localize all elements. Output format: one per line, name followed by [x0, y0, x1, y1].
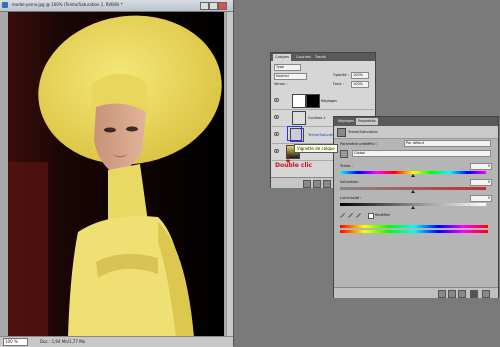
eyedropper-minus-icon[interactable]: [356, 213, 361, 218]
tab-calques[interactable]: Calques: [273, 54, 291, 61]
colorize-checkbox[interactable]: [368, 213, 374, 219]
annotation-text: Double clic: [275, 162, 313, 169]
eye-icon[interactable]: [273, 132, 280, 136]
thumbnail-highlight: [287, 126, 302, 141]
tooltip: Vignette de calque: [294, 144, 338, 153]
hue-label: Teinte :: [340, 164, 353, 168]
properties-panel: Réglages Propriétés Teinte/Saturation Pa…: [333, 116, 499, 298]
lock-label: Verrou :: [274, 82, 288, 86]
photoshop-icon: [2, 2, 8, 8]
preset-select[interactable]: Par défaut: [404, 140, 491, 147]
color-bar-top: [340, 225, 488, 228]
folder-icon: [292, 94, 306, 108]
color-bar-bottom: [340, 230, 488, 233]
eyedropper-icon[interactable]: [340, 213, 345, 218]
layer-name[interactable]: Réglages: [321, 99, 337, 103]
document-titlebar: model-yarno.jpg @ 100% (Teinte/Saturatio…: [0, 0, 233, 12]
curves-adjustment-icon: [292, 111, 306, 125]
fx-icon[interactable]: [313, 180, 321, 188]
layers-tabbar: Calques Couches Tracés: [271, 53, 375, 61]
model-photo: [8, 12, 224, 337]
saturation-slider-thumb[interactable]: [411, 190, 415, 193]
properties-bottom-bar: [334, 287, 498, 298]
preset-label: Paramètre prédéfini :: [340, 142, 378, 146]
mask-icon[interactable]: [323, 180, 331, 188]
properties-header: Teinte/Saturation: [334, 126, 498, 139]
status-bar: 100 % Doc : 1,94 Mo/1,77 Mo: [0, 336, 233, 347]
hand-tool-icon[interactable]: [340, 150, 348, 158]
fill-label: Fond :: [333, 82, 344, 86]
document-info: Doc : 1,94 Mo/1,77 Mo: [40, 339, 86, 344]
properties-title: Teinte/Saturation: [348, 130, 378, 134]
kind-filter-select[interactable]: Type: [274, 64, 301, 71]
eye-icon[interactable]: [273, 149, 280, 153]
document-title: model-yarno.jpg @ 100% (Teinte/Saturatio…: [12, 2, 123, 7]
clip-to-layer-icon[interactable]: [438, 290, 446, 298]
tab-proprietes[interactable]: Propriétés: [356, 118, 378, 125]
zoom-field[interactable]: 100 %: [3, 338, 28, 346]
colorize-label: Redéfinir: [375, 213, 391, 217]
opacity-field[interactable]: 100%: [351, 72, 369, 79]
link-icon[interactable]: [303, 180, 311, 188]
document-window: model-yarno.jpg @ 100% (Teinte/Saturatio…: [0, 0, 234, 347]
visibility-icon[interactable]: [470, 290, 478, 298]
lightness-slider-thumb[interactable]: [411, 206, 415, 209]
image-canvas[interactable]: [8, 12, 224, 337]
tab-traces[interactable]: Tracés: [313, 54, 328, 61]
vertical-scrollbar[interactable]: [226, 12, 233, 336]
lightness-field[interactable]: 0: [470, 195, 492, 202]
mask-thumbnail: [306, 94, 320, 108]
trash-icon[interactable]: [482, 290, 490, 298]
minimize-icon[interactable]: [200, 2, 209, 10]
properties-tabbar: Réglages Propriétés: [334, 117, 498, 126]
eye-icon[interactable]: [273, 115, 280, 119]
channel-select[interactable]: Global: [352, 150, 491, 157]
blend-mode-select[interactable]: Normal: [274, 73, 307, 80]
maximize-icon[interactable]: [209, 2, 218, 10]
saturation-field[interactable]: 0: [470, 179, 492, 186]
opacity-label: Opacité :: [333, 73, 349, 77]
reset-icon[interactable]: [458, 290, 466, 298]
eyedropper-plus-icon[interactable]: [348, 213, 353, 218]
layer-row-group[interactable]: Réglages: [272, 93, 374, 110]
hue-slider-thumb[interactable]: [411, 174, 415, 177]
tab-couches[interactable]: Couches: [294, 54, 313, 61]
lightness-label: Luminosité :: [340, 196, 362, 200]
eye-icon[interactable]: [273, 98, 280, 102]
layer-name[interactable]: Courbes 1: [308, 116, 326, 120]
tab-reglages[interactable]: Réglages: [336, 118, 356, 125]
saturation-label: Saturation :: [340, 180, 361, 184]
fill-field[interactable]: 100%: [351, 81, 369, 88]
hue-saturation-icon: [337, 128, 346, 137]
view-previous-icon[interactable]: [448, 290, 456, 298]
hue-field[interactable]: 0: [470, 163, 492, 170]
close-icon[interactable]: [218, 2, 227, 10]
